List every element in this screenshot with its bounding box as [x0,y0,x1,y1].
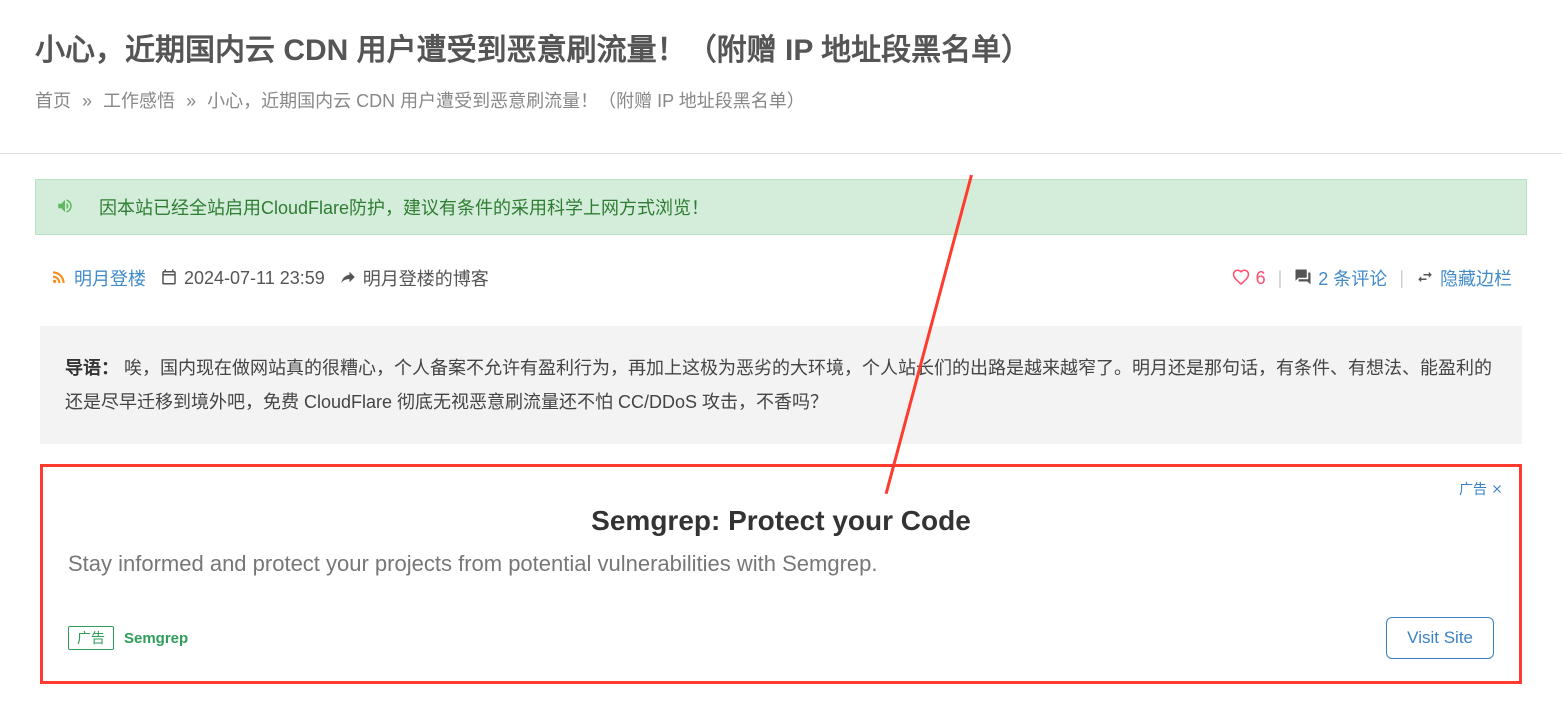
ad-close-label: 广告 [1459,479,1487,499]
ad-title: Semgrep: Protect your Code [68,505,1494,537]
comments-link[interactable]: 2 条评论 [1318,265,1387,291]
breadcrumb-sep: » [186,91,196,111]
post-meta: 明月登楼 2024-07-11 23:59 明月登楼的博客 6 [35,235,1527,301]
breadcrumb-category[interactable]: 工作感悟 [103,91,175,111]
ad-container: 广告 Semgrep: Protect your Code Stay infor… [40,464,1522,684]
volume-icon [56,197,74,218]
alert-banner: 因本站已经全站启用CloudFlare防护，建议有条件的采用科学上网方式浏览！ [35,179,1527,235]
intro-label: 导语： [65,358,119,378]
author-link[interactable]: 明月登楼 [74,265,146,291]
calendar-icon [160,268,178,289]
separator: | [1399,268,1404,289]
breadcrumb-current: 小心，近期国内云 CDN 用户遭受到恶意刷流量！（附赠 IP 地址段黑名单） [207,91,805,111]
intro-text: 唉，国内现在做网站真的很糟心，个人备案不允许有盈利行为，再加上这极为恶劣的大环境… [65,358,1492,412]
close-icon [1490,481,1504,497]
separator: | [1278,268,1283,289]
sidebar-toggle[interactable]: 隐藏边栏 [1440,265,1512,291]
breadcrumb: 首页 » 工作感悟 » 小心，近期国内云 CDN 用户遭受到恶意刷流量！（附赠 … [35,87,1527,113]
ad-sponsor[interactable]: Semgrep [124,630,188,647]
ad-subtitle: Stay informed and protect your projects … [68,551,1494,577]
like-count: 6 [1256,268,1266,289]
ad-close[interactable]: 广告 [1459,479,1504,499]
swap-icon [1416,268,1434,289]
post-date: 2024-07-11 23:59 [184,268,325,289]
ad-badge: 广告 [68,626,114,650]
visit-site-button[interactable]: Visit Site [1386,617,1494,659]
rss-icon [50,268,68,289]
breadcrumb-sep: » [82,91,92,111]
breadcrumb-home[interactable]: 首页 [35,91,71,111]
alert-text: 因本站已经全站启用CloudFlare防护，建议有条件的采用科学上网方式浏览！ [99,194,709,220]
heart-icon [1232,268,1250,289]
comments-icon [1294,268,1312,289]
share-icon [339,268,357,289]
page-title: 小心，近期国内云 CDN 用户遭受到恶意刷流量！（附赠 IP 地址段黑名单） [35,30,1527,72]
like-button[interactable]: 6 [1232,268,1266,289]
blog-name: 明月登楼的博客 [363,265,489,291]
intro-box: 导语： 唉，国内现在做网站真的很糟心，个人备案不允许有盈利行为，再加上这极为恶劣… [40,326,1522,444]
